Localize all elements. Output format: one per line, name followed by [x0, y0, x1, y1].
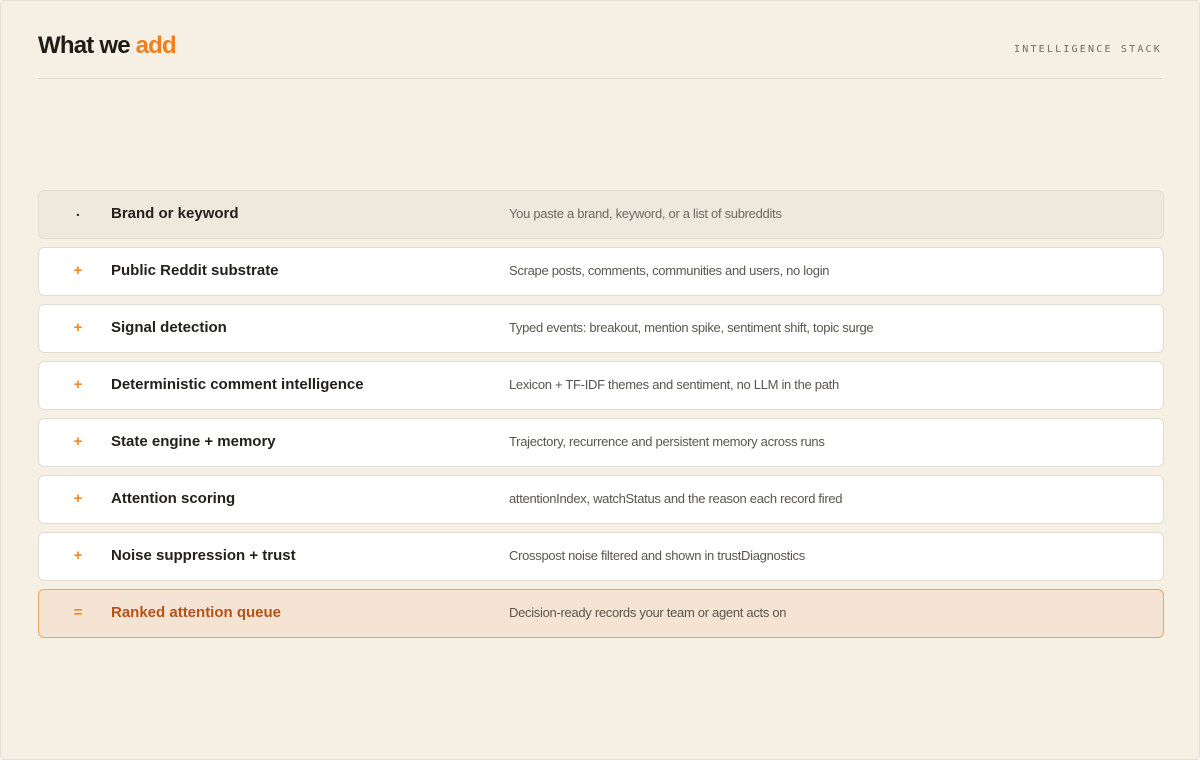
- plus-icon: +: [73, 262, 83, 279]
- row-description: Decision-ready records your team or agen…: [509, 605, 787, 620]
- panel: What we add INTELLIGENCE STACK . Brand o…: [0, 0, 1200, 760]
- row-description: You paste a brand, keyword, or a list of…: [509, 206, 782, 221]
- plus-icon: +: [73, 490, 83, 507]
- row-description: Scrape posts, comments, communities and …: [509, 263, 830, 278]
- stack-row-attention-scoring: + Attention scoring attentionIndex, watc…: [38, 475, 1164, 524]
- plus-icon: +: [73, 547, 83, 564]
- row-label: Brand or keyword: [111, 205, 239, 222]
- row-description: Lexicon + TF-IDF themes and sentiment, n…: [509, 377, 839, 392]
- intelligence-stack: . Brand or keyword You paste a brand, ke…: [38, 190, 1164, 646]
- row-label: Signal detection: [111, 319, 227, 336]
- plus-icon: +: [73, 319, 83, 336]
- stack-row-comment-intelligence: + Deterministic comment intelligence Lex…: [38, 361, 1164, 410]
- section-title: What we add: [38, 32, 177, 60]
- stack-row-reddit-substrate: + Public Reddit substrate Scrape posts, …: [38, 247, 1164, 296]
- row-label: State engine + memory: [111, 433, 276, 450]
- row-description: Typed events: breakout, mention spike, s…: [509, 320, 874, 335]
- dot-icon: .: [75, 203, 81, 220]
- stack-row-noise-suppression: + Noise suppression + trust Crosspost no…: [38, 532, 1164, 581]
- plus-icon: +: [73, 376, 83, 393]
- stack-row-state-engine: + State engine + memory Trajectory, recu…: [38, 418, 1164, 467]
- stack-row-signal-detection: + Signal detection Typed events: breakou…: [38, 304, 1164, 353]
- row-description: attentionIndex, watchStatus and the reas…: [509, 491, 843, 506]
- section-header: What we add INTELLIGENCE STACK: [38, 29, 1162, 79]
- stack-row-output: = Ranked attention queue Decision-ready …: [38, 589, 1164, 638]
- row-label: Noise suppression + trust: [111, 547, 296, 564]
- row-label: Ranked attention queue: [111, 604, 282, 621]
- plus-icon: +: [73, 433, 83, 450]
- row-label: Public Reddit substrate: [111, 262, 279, 279]
- row-description: Trajectory, recurrence and persistent me…: [509, 434, 825, 449]
- eyebrow-label: INTELLIGENCE STACK: [1014, 44, 1162, 55]
- equals-icon: =: [73, 604, 83, 621]
- row-description: Crosspost noise filtered and shown in tr…: [509, 548, 805, 563]
- row-label: Attention scoring: [111, 490, 236, 507]
- row-label: Deterministic comment intelligence: [111, 376, 364, 393]
- title-prefix: What we: [38, 32, 136, 59]
- stack-row-input: . Brand or keyword You paste a brand, ke…: [38, 190, 1164, 239]
- title-accent: add: [135, 32, 177, 59]
